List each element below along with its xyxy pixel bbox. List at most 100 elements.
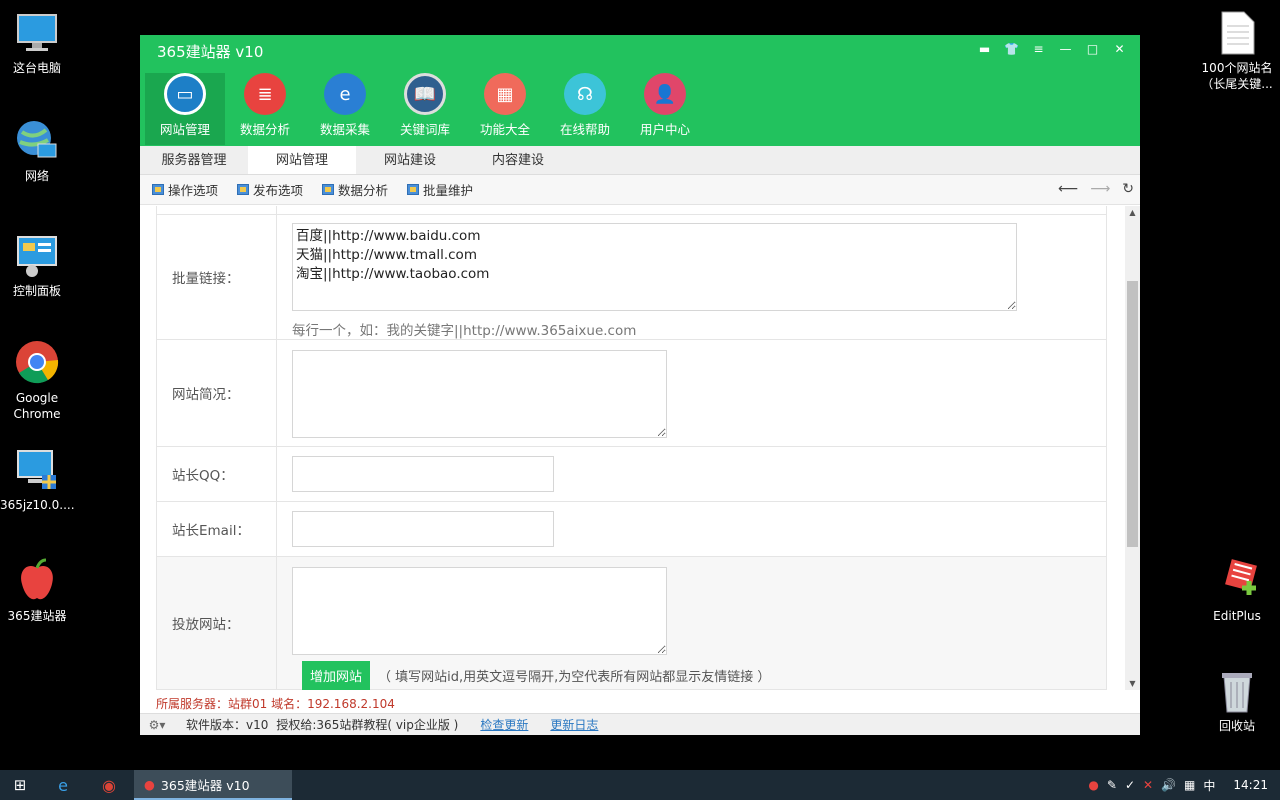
apple-icon: ● <box>144 776 155 792</box>
nav-site-management[interactable]: ▭ 网站管理 <box>145 73 225 145</box>
nav-label: 网站管理 <box>159 122 210 137</box>
nav-all-features[interactable]: ▦ 功能大全 <box>465 73 545 145</box>
scrollbar-thumb[interactable] <box>1127 281 1138 547</box>
add-site-hint: （ 填写网站id,用英文逗号隔开,为空代表所有网站都显示友情链接 ） <box>378 670 771 685</box>
desktop-icon-editplus[interactable]: EditPlus <box>1199 558 1275 624</box>
maximize-button[interactable]: □ <box>1082 40 1103 58</box>
email-input[interactable] <box>292 511 554 547</box>
server-info: 所属服务器：站群01 域名：192.168.2.104 <box>156 697 395 711</box>
desktop-icon-recycle-bin[interactable]: 回收站 <box>1199 668 1275 734</box>
nav-user-center[interactable]: 👤 用户中心 <box>625 73 705 145</box>
menu-icon[interactable]: ≡ <box>1028 40 1049 58</box>
nav-label: 用户中心 <box>639 122 690 137</box>
network-globe-icon <box>14 118 60 164</box>
grid-icon: ▦ <box>484 73 526 115</box>
ime-indicator[interactable]: 中 <box>1203 777 1215 794</box>
nav-label: 关键词库 <box>399 122 450 137</box>
check-update-link[interactable]: 检查更新 <box>480 716 528 733</box>
site-form: 批量链接： 百度||http://www.baidu.com 天猫||http:… <box>156 206 1107 690</box>
computer-icon <box>14 10 60 56</box>
toolbar-item-icon <box>407 184 420 195</box>
qq-input[interactable] <box>292 456 554 492</box>
editplus-icon <box>1214 558 1260 604</box>
tab-server-management[interactable]: 服务器管理 <box>140 146 248 174</box>
chrome-taskbar-icon[interactable]: ◉ <box>86 776 132 795</box>
toolbar-item-icon <box>152 184 164 195</box>
site-desc-label: 网站简况： <box>157 340 277 446</box>
desktop-icon-this-pc[interactable]: 这台电脑 <box>0 10 74 76</box>
qq-field <box>277 447 1106 501</box>
desktop-icon-365jzq[interactable]: 365建站器 <box>0 558 74 624</box>
deploy-field: 增加网站 （ 填写网站id,用英文逗号隔开,为空代表所有网站都显示友情链接 ） <box>277 557 1106 690</box>
database-icon: ≣ <box>244 73 286 115</box>
user-icon: 👤 <box>644 73 686 115</box>
nav-data-analysis[interactable]: ≣ 数据分析 <box>225 73 305 145</box>
tool-batch-maintenance[interactable]: 批量维护 <box>407 180 473 199</box>
changelog-link[interactable]: 更新日志 <box>550 716 598 733</box>
license-text: 授权给:365站群教程( vip企业版 ) <box>276 718 459 732</box>
desktop-icon-label: 网络 <box>24 169 49 183</box>
settings-dropdown-icon[interactable]: ⚙▾ <box>140 718 174 732</box>
tab-site-building[interactable]: 网站建设 <box>356 146 464 174</box>
taskbar: ⊞ e ◉ ● 365建站器 v10 ● ✎ ✓ ✕ 🔊 ▦ 中 14:21 <box>0 770 1280 800</box>
close-button[interactable]: ✕ <box>1109 40 1130 58</box>
title-bar: 365建站器 v10 ▬ 👕 ≡ — □ ✕ ▭ 网站管理 ≣ 数据分析 e 数… <box>140 35 1140 146</box>
desktop-icon-chrome[interactable]: Google Chrome <box>0 340 74 422</box>
desktop-icon-text-file[interactable]: 100个网站名（长尾关键... <box>1199 10 1275 92</box>
windows-start-icon[interactable]: ⊞ <box>0 776 40 794</box>
scroll-up-icon[interactable]: ▲ <box>1125 208 1140 217</box>
forward-arrow-icon[interactable]: ⟶ <box>1090 181 1110 197</box>
tool-publish-options[interactable]: 发布选项 <box>237 180 303 199</box>
taskbar-app-365jzq[interactable]: ● 365建站器 v10 <box>134 770 292 800</box>
back-arrow-icon[interactable]: ⟵ <box>1058 181 1078 197</box>
nav-data-collection[interactable]: e 数据采集 <box>305 73 385 145</box>
tab-content-building[interactable]: 内容建设 <box>464 146 572 174</box>
email-label: 站长Email： <box>157 502 277 556</box>
skin-icon[interactable]: 👕 <box>1001 40 1022 58</box>
desktop-icon-365jz-installer[interactable]: 365jz10.0.... <box>0 447 75 513</box>
tool-label: 批量维护 <box>423 183 474 198</box>
vertical-scrollbar[interactable]: ▲ ▼ <box>1125 206 1140 690</box>
installer-icon <box>14 447 60 493</box>
headset-icon: ☊ <box>564 73 606 115</box>
tab-site-management[interactable]: 网站管理 <box>248 146 356 174</box>
refresh-icon[interactable]: ↻ <box>1122 181 1134 197</box>
deploy-textarea[interactable] <box>292 567 667 655</box>
book-icon: 📖 <box>404 73 446 115</box>
volume-icon[interactable]: 🔊 <box>1161 778 1176 792</box>
form-row-email: 站长Email： <box>157 502 1106 557</box>
tool-data-analysis[interactable]: 数据分析 <box>322 180 388 199</box>
site-desc-field <box>277 340 1106 446</box>
nav-keyword-library[interactable]: 📖 关键词库 <box>385 73 465 145</box>
desktop-icon-label: 365jz10.0.... <box>0 498 75 512</box>
minimize-button[interactable]: — <box>1055 40 1076 58</box>
desktop-icon-control-panel[interactable]: 控制面板 <box>0 233 74 299</box>
site-desc-textarea[interactable] <box>292 350 667 438</box>
clock[interactable]: 14:21 <box>1233 778 1268 792</box>
ie-icon[interactable]: e <box>40 776 86 795</box>
tray-app-icon[interactable]: ✎ <box>1107 778 1117 792</box>
network-blocked-icon[interactable]: ✕ <box>1143 778 1153 792</box>
desktop-icon-network[interactable]: 网络 <box>0 118 74 184</box>
tool-operation-options[interactable]: 操作选项 <box>152 180 218 199</box>
desktop-icon-label: 这台电脑 <box>12 61 61 75</box>
scroll-down-icon[interactable]: ▼ <box>1125 679 1140 688</box>
deploy-label: 投放网站： <box>157 557 277 689</box>
main-nav: ▭ 网站管理 ≣ 数据分析 e 数据采集 📖 关键词库 ▦ 功能大全 ☊ 在线帮… <box>145 73 705 145</box>
nav-online-help[interactable]: ☊ 在线帮助 <box>545 73 625 145</box>
edge-icon: e <box>324 73 366 115</box>
form-label-spacer <box>157 206 277 214</box>
status-bar: ⚙▾ 软件版本：v10 授权给:365站群教程( vip企业版 ) 检查更新 更… <box>140 713 1140 735</box>
window-controls: ▬ 👕 ≡ — □ ✕ <box>974 40 1130 58</box>
apple-tray-icon[interactable]: ● <box>1088 778 1098 792</box>
batch-links-textarea[interactable]: 百度||http://www.baidu.com 天猫||http://www.… <box>292 223 1017 311</box>
form-row-batch-links: 批量链接： 百度||http://www.baidu.com 天猫||http:… <box>157 215 1106 340</box>
network-icon[interactable]: ▦ <box>1184 778 1195 792</box>
feedback-icon[interactable]: ▬ <box>974 40 995 58</box>
add-site-row: 增加网站 （ 填写网站id,用英文逗号隔开,为空代表所有网站都显示友情链接 ） <box>292 661 1091 690</box>
tray-app-icon-2[interactable]: ✓ <box>1125 778 1135 792</box>
version-text: 软件版本：v10 <box>186 718 269 732</box>
add-site-button[interactable]: 增加网站 <box>302 661 371 690</box>
nav-label: 在线帮助 <box>559 122 610 137</box>
form-row-top <box>157 206 1106 215</box>
